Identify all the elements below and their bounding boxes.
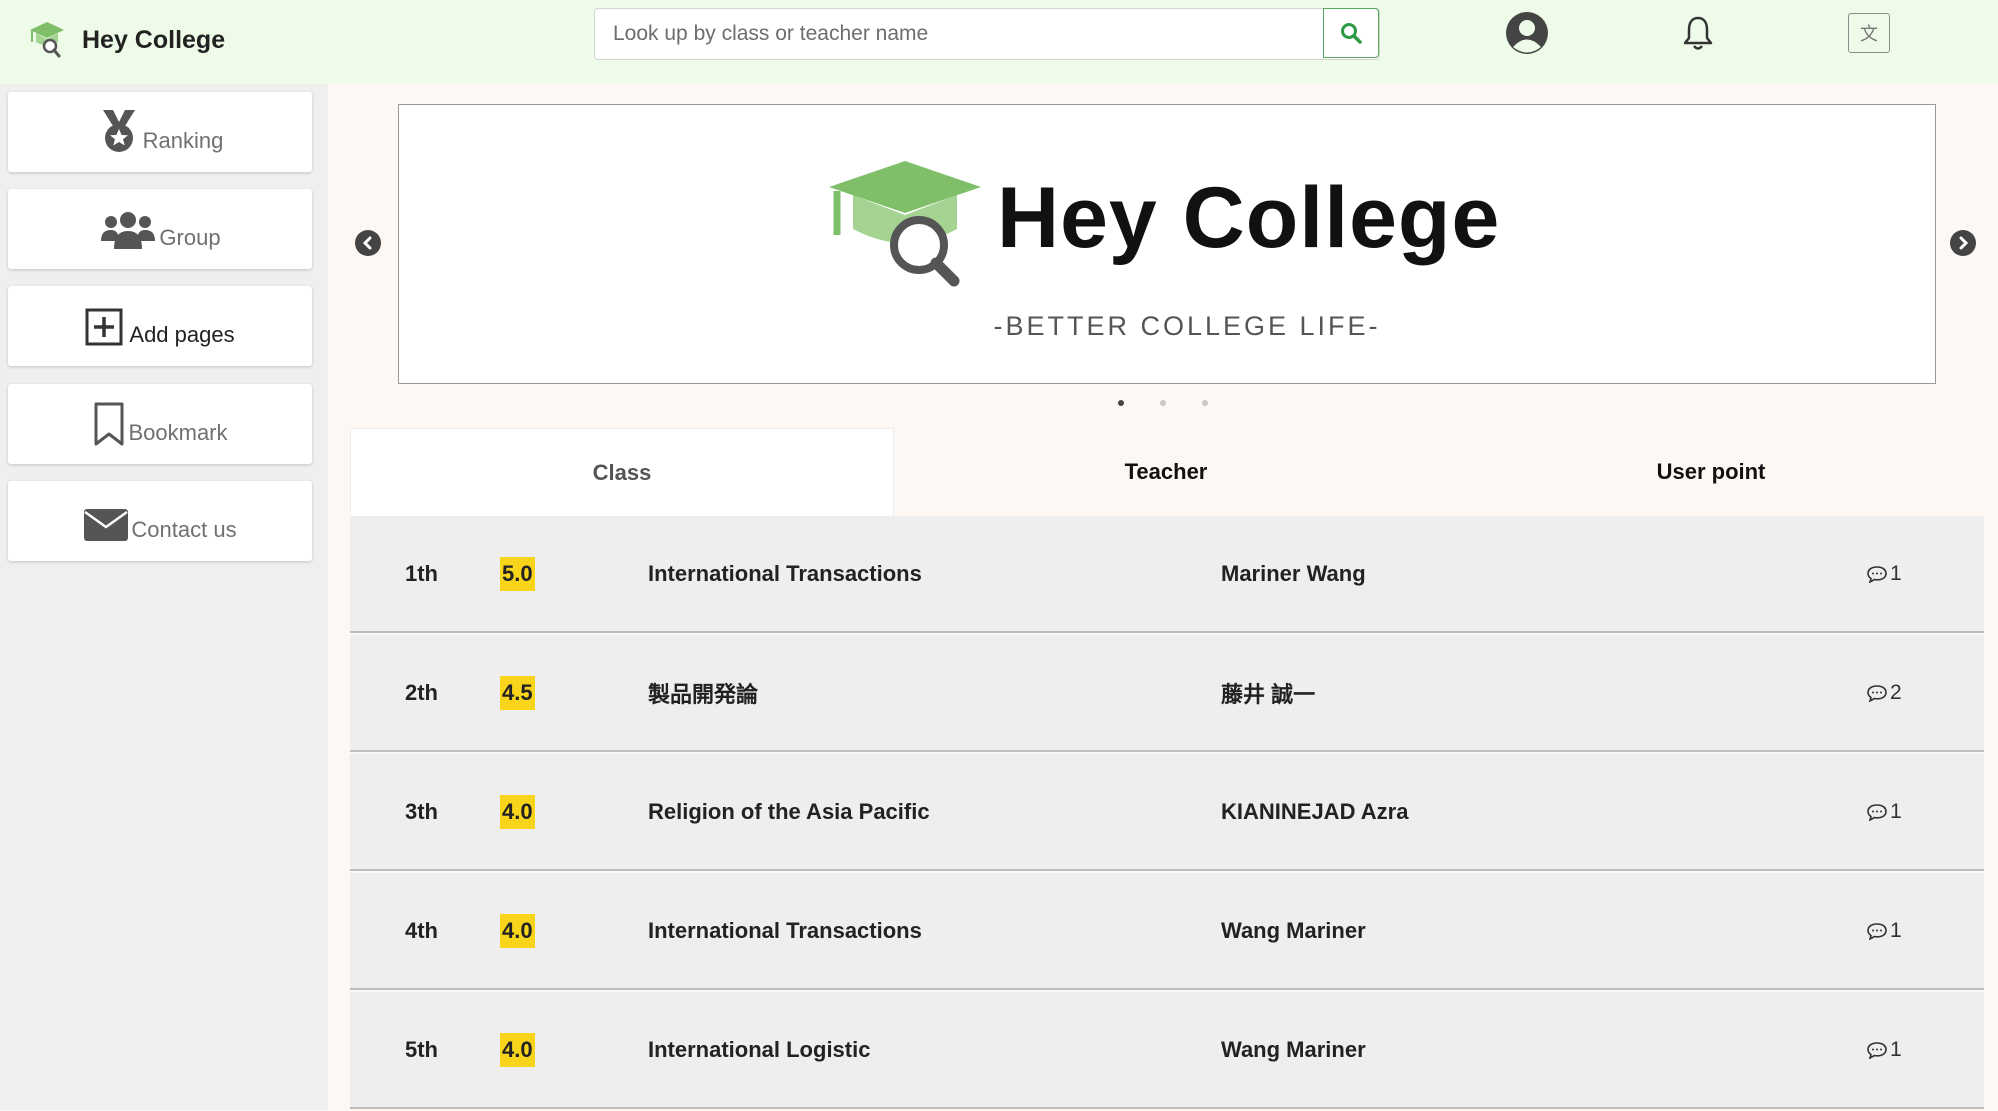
account-button[interactable] <box>1504 10 1550 56</box>
sidebar-item-label: Contact us <box>131 517 237 542</box>
ranking-tabs: Class Teacher User point <box>350 428 1984 516</box>
carousel-dot[interactable] <box>1202 400 1208 406</box>
teacher-name: Mariner Wang <box>1221 560 1366 586</box>
teacher-name: KIANINEJAD Azra <box>1221 798 1409 824</box>
ranking-list: 1th 5.0 International Transactions Marin… <box>350 516 1984 1111</box>
comment-count: 2 <box>1866 635 1902 750</box>
teacher-name: 藤井 誠一 <box>1221 681 1316 707</box>
sidebar-item-label: Ranking <box>142 128 224 153</box>
carousel-banner[interactable]: Hey College -BETTER COLLEGE LIFE- <box>398 104 1936 384</box>
comment-icon <box>1866 565 1888 583</box>
sidebar-item-label: Bookmark <box>128 420 228 445</box>
envelope-icon <box>83 507 129 543</box>
sidebar-item-add-pages[interactable]: Add pages <box>8 286 312 366</box>
sidebar-item-group[interactable]: Group <box>8 189 312 269</box>
translate-icon: 文 <box>1860 24 1878 45</box>
tab-user-point[interactable]: User point <box>1438 428 1984 516</box>
banner-title: Hey College <box>997 170 1501 266</box>
rank-label: 1th <box>405 560 438 586</box>
tab-teacher[interactable]: Teacher <box>894 428 1438 516</box>
carousel-dot[interactable] <box>1118 400 1124 406</box>
translate-button[interactable]: 文 <box>1848 13 1890 53</box>
teacher-name: Wang Mariner <box>1221 917 1366 943</box>
comment-count: 1 <box>1866 873 1902 988</box>
sidebar-item-label: Group <box>159 225 221 250</box>
comment-count: 1 <box>1866 992 1902 1107</box>
bell-icon <box>1683 16 1713 50</box>
search-button[interactable] <box>1323 8 1379 58</box>
sidebar: Ranking Group Add pages Bookmark Contact… <box>0 84 328 1110</box>
sidebar-item-contact[interactable]: Contact us <box>8 481 312 561</box>
notifications-button[interactable] <box>1678 12 1718 54</box>
comment-icon <box>1866 684 1888 702</box>
tab-class[interactable]: Class <box>350 428 894 516</box>
add-page-icon <box>85 306 127 348</box>
top-header: Hey College 文 <box>0 0 1998 84</box>
chevron-left-icon <box>362 236 372 250</box>
brand-name: Hey College <box>82 25 226 54</box>
list-item[interactable]: 4th 4.0 International Transactions Wang … <box>350 873 1984 990</box>
brand-link[interactable]: Hey College <box>28 18 225 62</box>
comment-icon <box>1866 1041 1888 1059</box>
score-badge: 4.5 <box>500 635 535 750</box>
list-item[interactable]: 3th 4.0 Religion of the Asia Pacific KIA… <box>350 754 1984 871</box>
comment-icon <box>1866 803 1888 821</box>
carousel-next-button[interactable] <box>1950 230 1976 256</box>
score-badge: 5.0 <box>500 516 535 631</box>
class-name: 製品開発論 <box>648 681 759 707</box>
carousel-prev-button[interactable] <box>355 230 381 256</box>
class-name: International Logistic <box>648 1036 871 1062</box>
banner-subtitle: -BETTER COLLEGE LIFE- <box>993 311 1381 341</box>
users-icon <box>99 211 157 251</box>
list-item[interactable]: 5th 4.0 International Logistic Wang Mari… <box>350 992 1984 1109</box>
comment-count: 1 <box>1866 516 1902 631</box>
rank-label: 2th <box>405 679 438 705</box>
comment-icon <box>1866 922 1888 940</box>
list-item[interactable]: 2th 4.5 製品開発論 藤井 誠一 2 <box>350 635 1984 752</box>
rank-label: 5th <box>405 1036 438 1062</box>
class-name: International Transactions <box>648 560 922 586</box>
score-badge: 4.0 <box>500 992 535 1107</box>
sidebar-item-bookmark[interactable]: Bookmark <box>8 384 312 464</box>
bookmark-icon <box>92 402 126 446</box>
teacher-name: Wang Mariner <box>1221 1036 1366 1062</box>
carousel-indicators <box>1118 400 1208 406</box>
score-badge: 4.0 <box>500 873 535 988</box>
graduation-cap-logo-icon <box>829 161 981 287</box>
list-item[interactable]: 1th 5.0 International Transactions Marin… <box>350 516 1984 633</box>
score-badge: 4.0 <box>500 754 535 869</box>
sidebar-item-ranking[interactable]: Ranking <box>8 92 312 172</box>
chevron-right-icon <box>1959 236 1969 250</box>
rank-label: 3th <box>405 798 438 824</box>
class-name: Religion of the Asia Pacific <box>648 798 930 824</box>
carousel-dot[interactable] <box>1160 400 1166 406</box>
class-name: International Transactions <box>648 917 922 943</box>
comment-count: 1 <box>1866 754 1902 869</box>
rank-label: 4th <box>405 917 438 943</box>
account-icon <box>1506 12 1548 54</box>
search-bar <box>594 8 1380 60</box>
search-icon <box>1341 23 1362 44</box>
sidebar-item-label: Add pages <box>129 322 235 347</box>
graduation-cap-logo-icon <box>30 22 64 58</box>
search-input[interactable] <box>595 9 1323 59</box>
medal-icon <box>97 108 141 154</box>
